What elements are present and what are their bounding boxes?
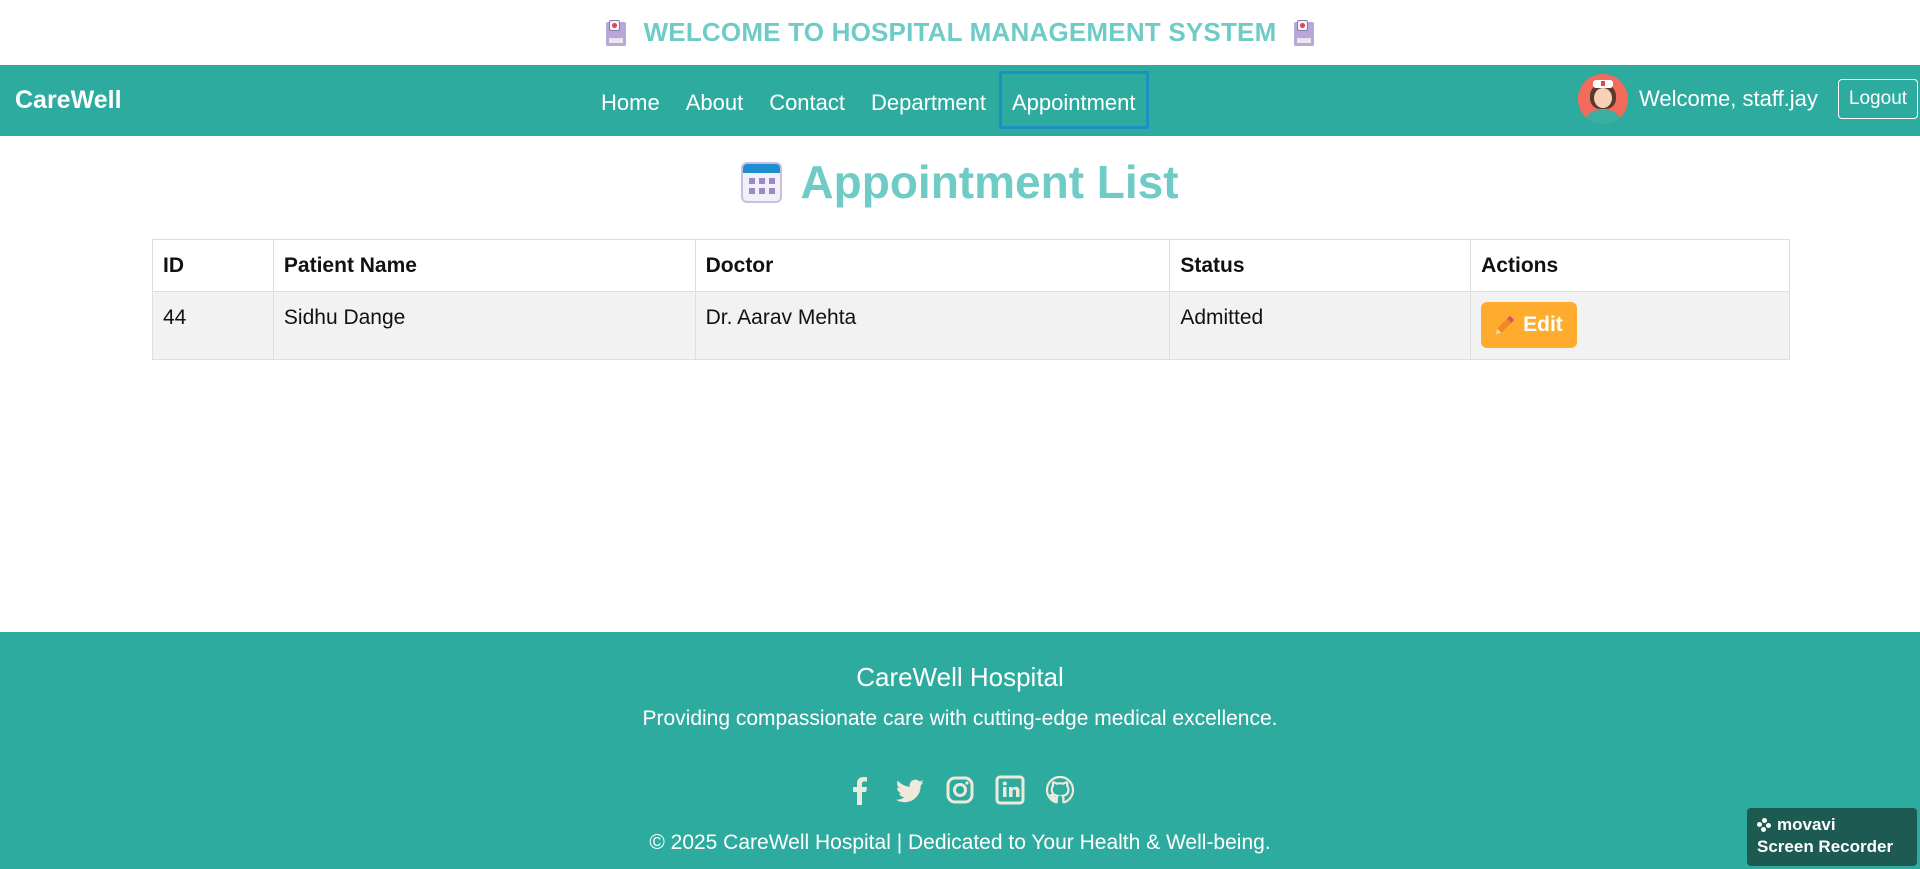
twitter-icon[interactable] — [895, 775, 925, 805]
recorder-watermark: movavi Screen Recorder — [1747, 808, 1917, 866]
nav-links: Home About Contact Department Appointmen… — [588, 71, 1149, 129]
header-patient-name: Patient Name — [272, 239, 696, 292]
table-row: 44 Sidhu Dange Dr. Aarav Mehta Admitted … — [152, 291, 1790, 360]
edit-button[interactable]: Edit — [1481, 302, 1577, 348]
pencil-icon — [1491, 311, 1519, 339]
cell-doctor: Dr. Aarav Mehta — [694, 291, 1171, 360]
cell-patient-name: Sidhu Dange — [272, 291, 696, 360]
header-doctor: Doctor — [694, 239, 1171, 292]
watermark-brand: movavi — [1777, 815, 1836, 834]
welcome-banner: WELCOME TO HOSPITAL MANAGEMENT SYSTEM — [0, 0, 1920, 65]
navbar: CareWell Home About Contact Department A… — [0, 65, 1920, 136]
copyright-text: © 2025 CareWell Hospital | Dedicated to … — [649, 831, 1271, 854]
banner-text: WELCOME TO HOSPITAL MANAGEMENT SYSTEM — [643, 17, 1277, 47]
header-actions: Actions — [1470, 239, 1790, 292]
logout-button[interactable]: Logout — [1837, 79, 1919, 119]
facebook-icon[interactable] — [845, 775, 875, 805]
watermark-product: Screen Recorder — [1757, 837, 1894, 856]
header-status: Status — [1169, 239, 1472, 292]
nav-link-home[interactable]: Home — [588, 71, 673, 129]
movavi-logo-icon — [1757, 818, 1771, 832]
nav-link-contact[interactable]: Contact — [756, 71, 858, 129]
calendar-icon — [741, 161, 783, 203]
edit-button-label: Edit — [1523, 313, 1563, 336]
instagram-icon[interactable] — [945, 775, 975, 805]
cell-id: 44 — [152, 291, 274, 360]
avatar — [1578, 74, 1628, 124]
footer-tagline: Providing compassionate care with cuttin… — [642, 707, 1278, 730]
user-area: Welcome, staff.jay Logout — [1578, 74, 1919, 124]
nav-link-appointment[interactable]: Appointment — [998, 71, 1149, 129]
header-id: ID — [152, 239, 274, 292]
nav-link-department[interactable]: Department — [858, 71, 999, 129]
footer-title: CareWell Hospital — [856, 662, 1064, 692]
table-header-row: ID Patient Name Doctor Status Actions — [152, 239, 1790, 292]
github-icon[interactable] — [1045, 775, 1075, 805]
hospital-icon — [605, 19, 626, 46]
cell-status: Admitted — [1169, 291, 1472, 360]
brand-logo[interactable]: CareWell — [15, 86, 122, 115]
page-title: Appointment List — [800, 156, 1179, 208]
social-links — [0, 775, 1920, 805]
nav-link-about[interactable]: About — [673, 71, 757, 129]
page-header: Appointment List — [0, 155, 1920, 209]
footer: CareWell Hospital Providing compassionat… — [0, 632, 1920, 869]
cell-actions: Edit — [1470, 291, 1790, 360]
linkedin-icon[interactable] — [995, 775, 1025, 805]
welcome-text: Welcome, staff.jay — [1639, 86, 1818, 111]
hospital-icon — [1294, 19, 1315, 46]
appointment-table: ID Patient Name Doctor Status Actions 44… — [152, 239, 1790, 360]
